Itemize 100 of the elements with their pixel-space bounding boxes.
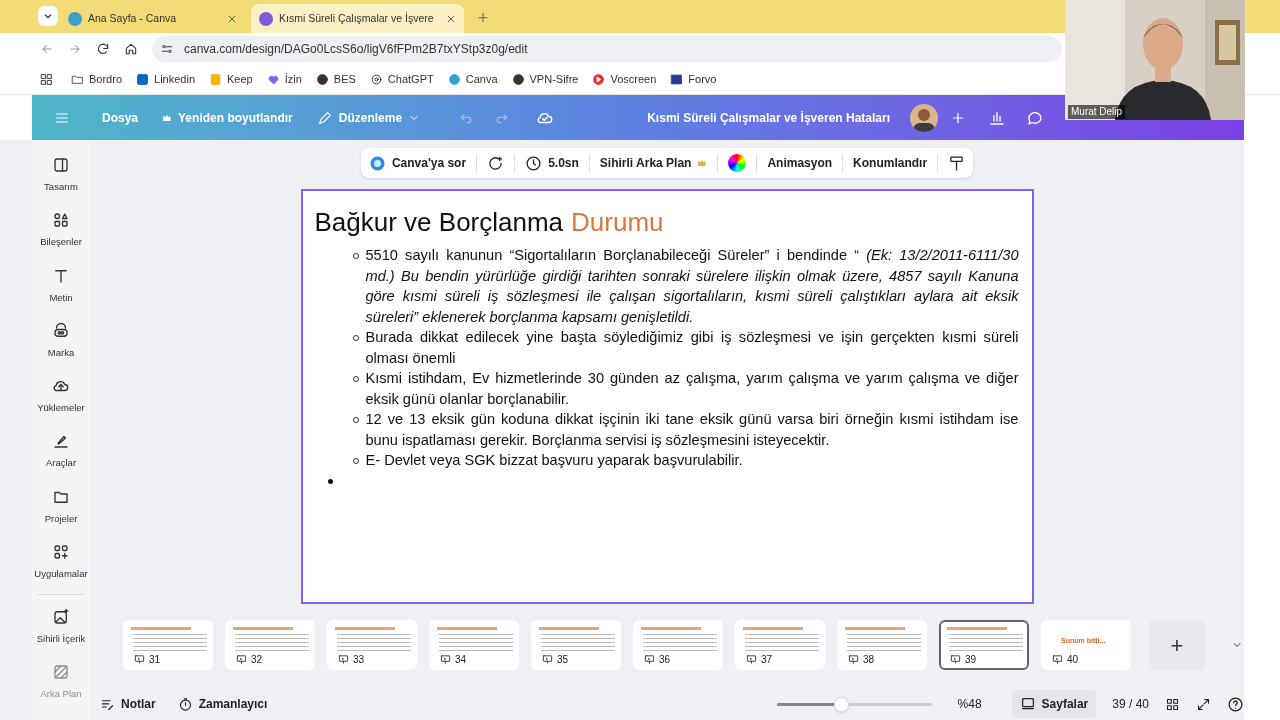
bullet-text: Burada dikkat edilecek yine başta söylediğimiz gibi iş sözleşmesi ve işin gerçekten kısmi süreli olması önemli <box>365 328 1019 368</box>
presentation-icon <box>746 654 757 665</box>
sidebar-item[interactable]: Tasarım <box>44 156 78 195</box>
page-number: 37 <box>745 652 774 667</box>
bookmark[interactable]: Keep <box>209 71 253 88</box>
hatch-icon <box>52 663 70 682</box>
favicon-icon <box>68 11 82 26</box>
apps-icon <box>52 542 70 561</box>
toolbar-icon-button[interactable] <box>487 154 505 172</box>
sidebar-item[interactable]: Projeler <box>44 487 78 526</box>
zoom-percent[interactable]: %48 <box>957 695 982 713</box>
fullscreen-icon[interactable] <box>1196 696 1211 712</box>
flag-icon <box>670 73 684 86</box>
timer-icon <box>177 696 193 712</box>
thumbnail-title-line <box>743 627 803 630</box>
close-icon[interactable] <box>445 13 456 24</box>
help-icon[interactable] <box>1227 695 1244 713</box>
toolbar-button[interactable]: Canva'ya sor <box>368 154 467 172</box>
reload-icon[interactable] <box>96 42 110 56</box>
site-settings-icon <box>160 42 174 56</box>
timer-button[interactable]: Zamanlayıcı <box>177 695 268 713</box>
tab-list-button[interactable] <box>38 6 58 26</box>
page-number: 38 <box>847 652 876 667</box>
presentation-icon <box>134 654 145 665</box>
page-thumbnail[interactable]: 32 <box>225 620 315 670</box>
toolbar-button[interactable]: Konumlandır <box>853 154 928 172</box>
bookmark[interactable]: Voscreen <box>592 71 657 88</box>
page-thumbnail[interactable]: 35 <box>531 620 621 670</box>
close-icon[interactable] <box>227 13 237 24</box>
comment-plus-icon <box>487 154 505 172</box>
bullet-text: Kısmi istihdam, Ev hizmetlerinde 30 günden az çalışma, yarım çalışma ve yarım çalışma ve diğer eksik günü olanlar borçlanabilir. <box>365 369 1019 409</box>
thumbnail-title-line <box>335 627 395 630</box>
page-thumbnail[interactable]: 38 <box>837 620 927 670</box>
thumbnail-title-line <box>233 627 293 630</box>
sidebar-item[interactable]: Sihirli İçerik <box>36 608 86 647</box>
page-thumbnail[interactable]: 37 <box>735 620 825 670</box>
avatar[interactable] <box>910 103 938 132</box>
presentation-icon <box>338 654 349 665</box>
sidebar-item[interactable]: Metin <box>49 266 73 305</box>
layout-icon <box>52 156 70 174</box>
bullet-text: 5510 sayılı kanunun “Sigortalıların Borçlanabileceği Süreler” i bendinde “ (Ek: 13/2/2011-6111/30 md.) Bu bendin yürürlüğe girdiği tarihten sonraki sürelere ilişkin olmak üzere, 4857 sayılı Kanuna göre kısmi süreli iş sözleşmesi ile çalışan sigortalıların, kısmi süreli çalıştıkları aylara ait eksik süreleri” eklenerek borçlanma kapsamı genişletildi. <box>365 246 1019 327</box>
apps-grid-icon[interactable] <box>40 73 53 86</box>
slide[interactable] <box>300 189 1034 604</box>
play-icon <box>592 73 606 86</box>
bookmark[interactable]: BES <box>315 71 356 88</box>
swirl-icon <box>368 154 386 172</box>
clock-icon <box>525 154 543 172</box>
page-thumbnail[interactable]: 33 <box>327 620 417 670</box>
notes-button[interactable]: Notlar <box>100 695 156 713</box>
toolbar-icon-button[interactable] <box>948 154 966 172</box>
grid-view-icon[interactable] <box>1165 696 1180 712</box>
bookmark[interactable]: Bordro <box>71 71 123 88</box>
folder-icon <box>71 73 84 86</box>
shapes-icon <box>52 211 70 230</box>
page-number: 34 <box>439 652 468 667</box>
thumbnail-title-line <box>845 627 905 630</box>
circle-icon <box>447 73 461 86</box>
slider-thumb[interactable] <box>834 696 850 712</box>
address-bar[interactable]: canva.com/design/DAGo0LcsS6o/ligV6fFPm2B7txYStp3z0g/edit <box>152 36 1062 62</box>
pencil-icon <box>316 109 333 126</box>
page-number: 36 <box>643 652 672 667</box>
toolbar-button[interactable]: Animasyon <box>767 154 833 172</box>
page-number: 32 <box>235 652 264 667</box>
favicon-icon <box>259 11 273 26</box>
sidebar-item[interactable]: Uygulamalar <box>34 542 88 581</box>
bullet-text: 12 ve 13 eksik gün koduna dikkat işçinin iki tane eksik günü varsa biri örneğin kısmi istihdam ise bunu ispatlaması gerekir. Borçlanma servisi iş sözleşmesini isteyecektir. <box>365 410 1019 450</box>
page-thumbnail[interactable]: 31 <box>123 620 213 670</box>
slide-title-accent: Durumu <box>571 206 664 239</box>
pages-button[interactable]: Sayfalar <box>1011 690 1097 718</box>
presentation-icon <box>950 654 961 665</box>
sidebar-item[interactable]: Araçlar <box>45 432 77 471</box>
presentation-icon <box>1052 654 1063 665</box>
crown-icon <box>697 158 708 168</box>
thumbnail-title-line <box>947 627 1007 630</box>
bookmark[interactable]: Linkedin <box>136 71 195 88</box>
bookmark[interactable]: VPN-Sifre <box>511 71 579 88</box>
page-number: 35 <box>541 652 570 667</box>
browser-tab[interactable]: Kısmi Süreli Çalışmalar ve İşvere <box>251 4 464 33</box>
bookmark[interactable]: ChatGPT <box>369 71 434 88</box>
bookmark[interactable]: Forvo <box>670 71 717 88</box>
sidebar-item[interactable]: Yüklemeler <box>37 377 85 416</box>
page-thumbnail[interactable]: 39 <box>939 620 1029 670</box>
page-counter: 39 / 40 <box>1112 696 1149 713</box>
bookmark[interactable]: İzin <box>266 71 302 88</box>
square-icon <box>209 73 222 86</box>
bookmark[interactable]: Canva <box>447 71 498 88</box>
document-title[interactable]: Kısmi Süreli Çalışmalar ve İşveren Hataları <box>647 108 890 127</box>
thumbnail-title-line <box>437 627 497 630</box>
toolbar-button[interactable]: 5.0sn <box>525 154 579 172</box>
page-thumbnail[interactable]: 36 <box>633 620 723 670</box>
thumbnail-title-line <box>131 627 191 630</box>
sidebar-item[interactable]: Bileşenler <box>40 211 82 250</box>
browser-tab[interactable]: Ana Sayfa - Canva <box>60 4 245 33</box>
page-thumbnail[interactable]: 34 <box>429 620 519 670</box>
color-wheel-icon[interactable] <box>728 154 747 172</box>
add-page-button[interactable]: + <box>1149 620 1205 670</box>
toolbar-button[interactable]: Sihirli Arka Plan <box>599 154 708 172</box>
page-number: 39 <box>949 652 978 667</box>
home-icon[interactable] <box>124 42 138 56</box>
sidebar-item[interactable]: Marka <box>47 321 75 360</box>
